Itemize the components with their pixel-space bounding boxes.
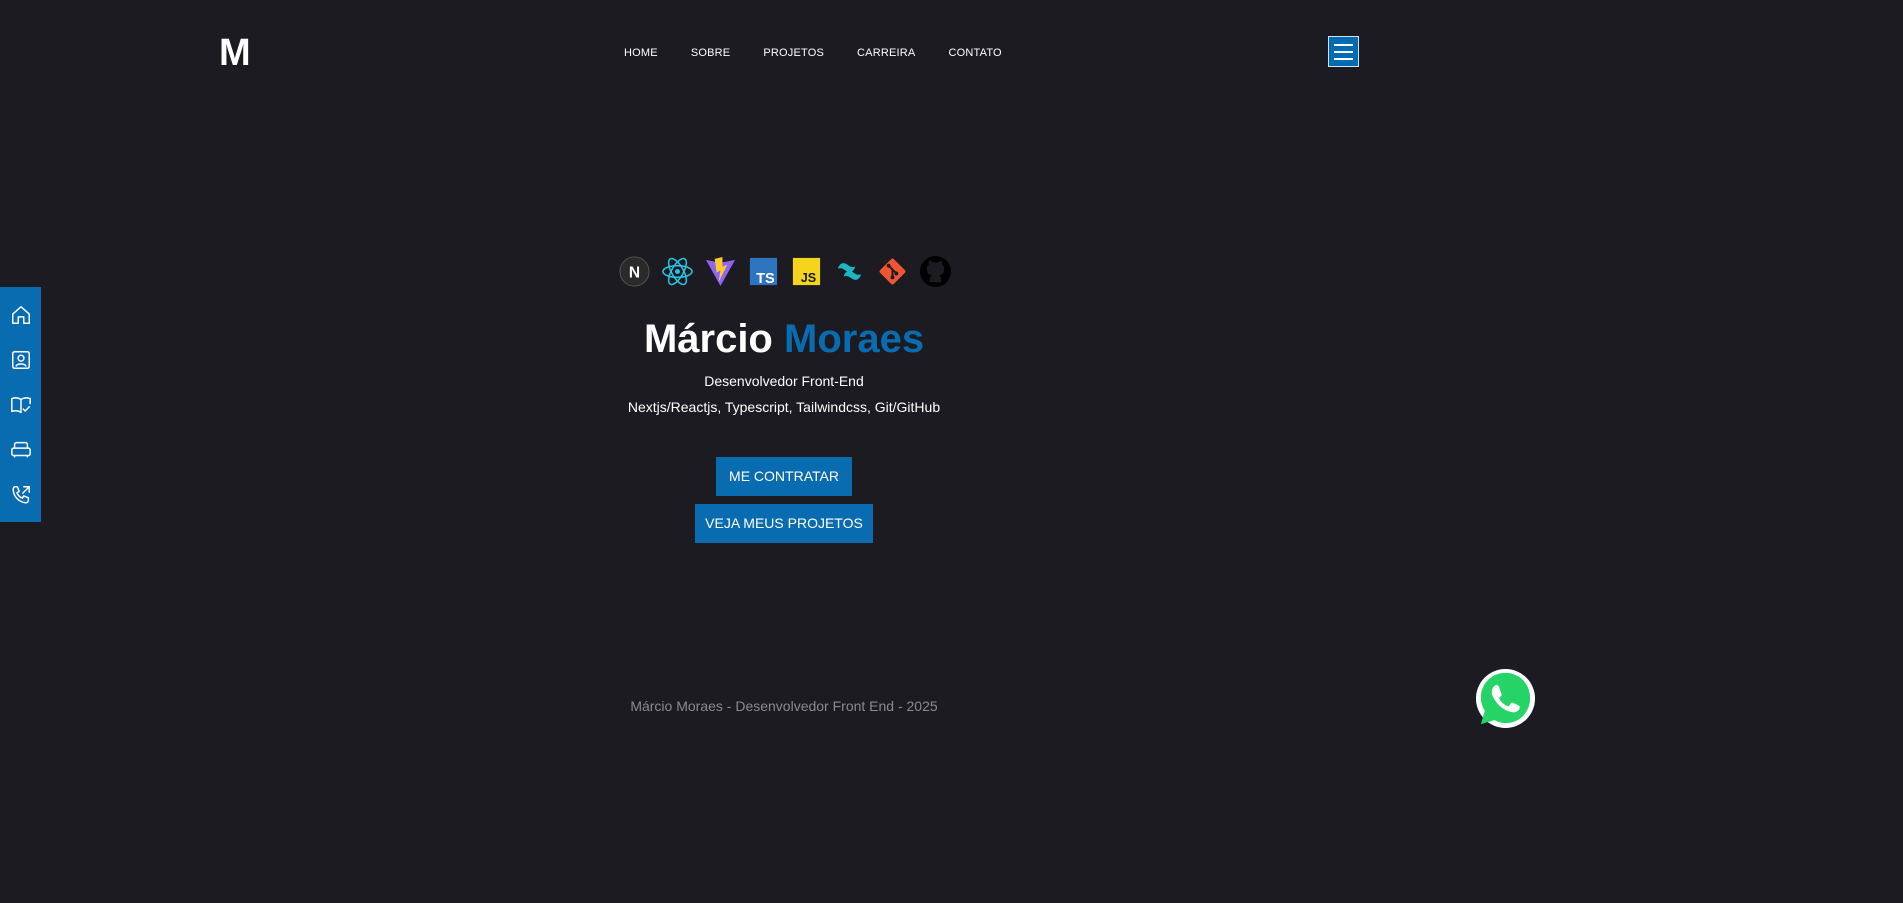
hamburger-line [1334, 57, 1353, 60]
whatsapp-icon[interactable] [1474, 667, 1537, 730]
svg-text:JS: JS [801, 271, 816, 285]
nav-projetos[interactable]: PROJETOS [763, 45, 824, 61]
hero-subtitle: Desenvolvedor Front-End [704, 373, 864, 389]
hamburger-line [1334, 50, 1353, 53]
nav-home[interactable]: HOME [624, 45, 658, 61]
first-name: Márcio [643, 317, 773, 361]
nav-sobre[interactable]: SOBRE [691, 45, 731, 61]
nextjs-icon: N [618, 255, 651, 288]
hamburger-menu-button[interactable] [1328, 36, 1359, 67]
svg-text:N: N [629, 264, 640, 281]
svg-text:TS: TS [756, 271, 775, 287]
hire-me-button[interactable]: ME CONTRATAR [716, 457, 852, 496]
tailwind-icon [833, 255, 866, 288]
hamburger-line [1334, 43, 1353, 46]
main-nav: HOME SOBRE PROJETOS CARREIRA CONTATO [624, 45, 1035, 61]
nav-carreira[interactable]: CARREIRA [857, 45, 915, 61]
view-projects-button[interactable]: VEJA MEUS PROJETOS [695, 504, 873, 543]
react-icon [661, 255, 694, 288]
typescript-icon: TS [747, 255, 780, 288]
page: M HOME SOBRE PROJETOS CARREIRA CONTATO N… [0, 0, 1568, 744]
git-icon [876, 255, 909, 288]
footer-text: Márcio Moraes - Desenvolvedor Front End … [630, 698, 938, 714]
site-logo[interactable]: M [219, 30, 251, 76]
github-icon [919, 255, 952, 288]
last-name: Moraes [784, 317, 925, 361]
nav-contato[interactable]: CONTATO [948, 45, 1001, 61]
vite-icon [704, 255, 737, 288]
briefcase-icon[interactable] [10, 439, 32, 461]
tech-stack-icons: N TS JS [618, 255, 952, 288]
javascript-icon: JS [790, 255, 823, 288]
hero-stack: Nextjs/Reactjs, Typescript, Tailwindcss,… [627, 399, 941, 415]
hero-name: Márcio Moraes [0, 314, 1568, 364]
phone-outgoing-icon[interactable] [10, 484, 32, 506]
